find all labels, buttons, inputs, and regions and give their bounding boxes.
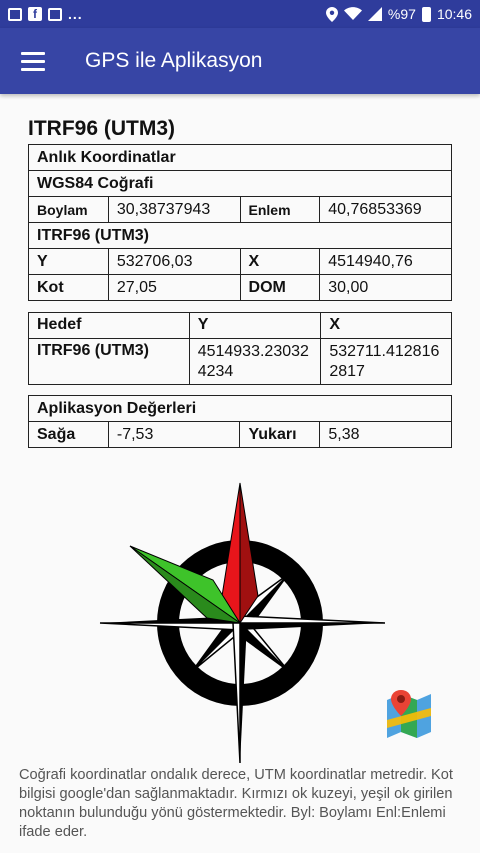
table-row: WGS84 Coğrafi: [28, 170, 452, 197]
more-notifications: ...: [68, 6, 83, 22]
boylam-label: Boylam: [28, 196, 109, 223]
itrf-title: ITRF96 (UTM3): [28, 222, 452, 249]
yukari-value: 5,38: [319, 421, 452, 448]
x-value: 4514940,76: [319, 248, 452, 275]
app-bar: GPS ile Aplikasyon: [0, 28, 480, 94]
table-row: Y 532706,03 X 4514940,76: [28, 248, 452, 275]
enlem-label: Enlem: [239, 196, 321, 223]
outlook-icon: [48, 7, 62, 21]
target-x-value: 532711.4128162817: [320, 338, 452, 385]
table-row: Kot 27,05 DOM 30,00: [28, 274, 452, 301]
table-row: Anlık Koordinatlar: [28, 144, 452, 171]
table-row: Hedef Y X: [28, 312, 452, 339]
wgs84-title: WGS84 Coğrafi: [28, 170, 452, 197]
current-coordinates-title: Anlık Koordinatlar: [28, 144, 452, 171]
yukari-label: Yukarı: [239, 421, 321, 448]
y-label: Y: [28, 248, 109, 275]
status-bar-left: f ...: [8, 6, 83, 22]
kot-label: Kot: [28, 274, 109, 301]
facebook-icon: f: [28, 7, 42, 21]
table-row: ITRF96 (UTM3): [28, 222, 452, 249]
target-table: Hedef Y X ITRF96 (UTM3) 4514933.23032423…: [28, 312, 452, 385]
location-icon: [325, 6, 338, 22]
table-row: Boylam 30,38737943 Enlem 40,76853369: [28, 196, 452, 223]
wifi-icon: [343, 7, 362, 20]
google-maps-icon[interactable]: [385, 688, 433, 738]
battery-percent: %97: [387, 6, 416, 22]
signal-icon: [367, 7, 382, 21]
status-bar: f ... %97 10:46: [0, 0, 480, 28]
saga-label: Sağa: [28, 421, 109, 448]
boylam-value: 30,38737943: [107, 196, 241, 223]
menu-icon[interactable]: [21, 51, 45, 71]
target-header-y: Y: [188, 312, 322, 339]
y-value: 532706,03: [107, 248, 241, 275]
target-header-x: X: [320, 312, 452, 339]
dom-label: DOM: [239, 274, 321, 301]
page-title: ITRF96 (UTM3): [28, 117, 175, 140]
status-bar-right: %97 10:46: [325, 6, 472, 22]
compass: [99, 482, 385, 764]
clock: 10:46: [436, 6, 472, 22]
compass-cardinal-points: [99, 615, 385, 764]
target-header-hedef: Hedef: [28, 312, 190, 339]
app-title: GPS ile Aplikasyon: [85, 49, 263, 72]
enlem-value: 40,76853369: [319, 196, 452, 223]
target-y-value: 4514933.230324234: [188, 338, 322, 385]
table-row: ITRF96 (UTM3) 4514933.230324234 532711.4…: [28, 338, 452, 385]
current-coordinates-table: Anlık Koordinatlar WGS84 Coğrafi Boylam …: [28, 144, 452, 301]
target-row-label: ITRF96 (UTM3): [28, 338, 190, 385]
kot-value: 27,05: [107, 274, 241, 301]
image-icon: [8, 7, 22, 21]
table-row: Sağa -7,53 Yukarı 5,38: [28, 421, 452, 448]
info-text: Coğrafi koordinatlar ondalık derece, UTM…: [19, 767, 453, 840]
battery-icon: [421, 6, 431, 22]
application-values-table: Aplikasyon Değerleri Sağa -7,53 Yukarı 5…: [28, 395, 452, 448]
dom-value: 30,00: [319, 274, 452, 301]
app-values-title: Aplikasyon Değerleri: [28, 395, 452, 422]
saga-value: -7,53: [107, 421, 241, 448]
table-row: Aplikasyon Değerleri: [28, 395, 452, 422]
x-label: X: [239, 248, 321, 275]
